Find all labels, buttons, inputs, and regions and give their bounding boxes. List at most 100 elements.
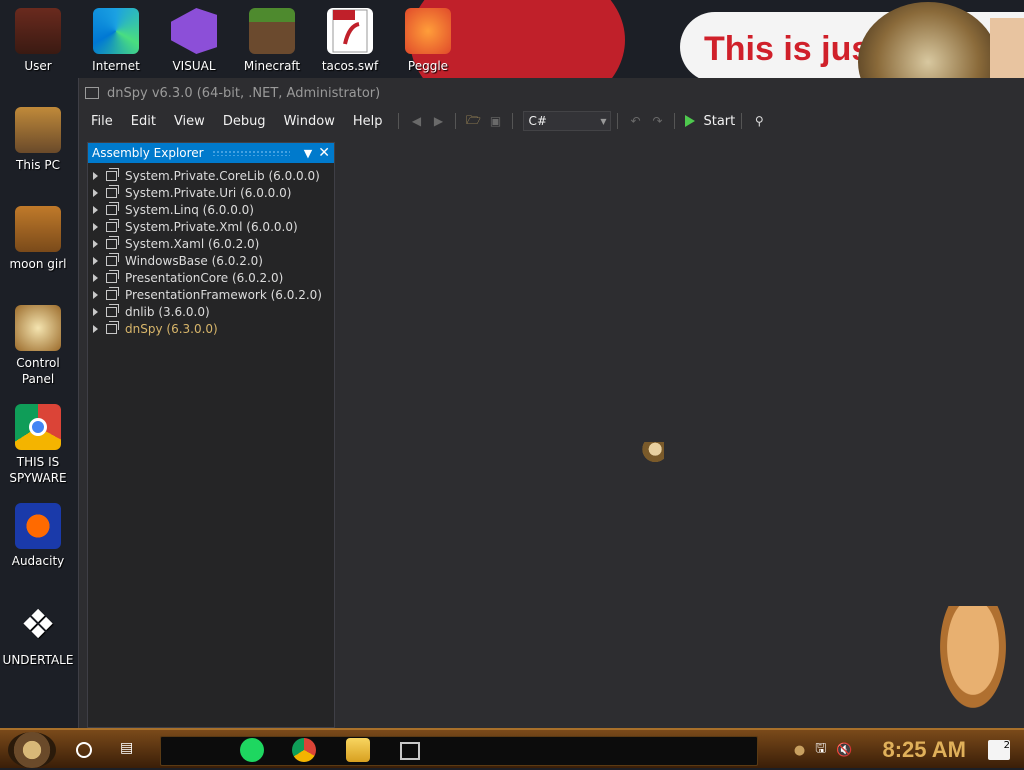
expand-arrow-icon[interactable] <box>93 273 98 282</box>
document-area[interactable] <box>335 142 1024 728</box>
desktop-icon-user[interactable]: User <box>0 8 76 74</box>
desktop-icon-label: THIS IS SPYWARE <box>9 455 67 485</box>
wallpaper-banner-text: This is jus <box>704 30 871 68</box>
assembly-icon <box>106 320 119 334</box>
assembly-version: (6.0.0.0) <box>240 185 292 200</box>
menu-view[interactable]: View <box>166 114 213 129</box>
desktop-icon-minecraft[interactable]: Minecraft <box>234 8 310 74</box>
redo-icon[interactable]: ↷ <box>648 112 666 130</box>
panel-dropdown-icon[interactable]: ▼ <box>304 147 312 160</box>
close-icon[interactable]: ✕ <box>318 145 330 161</box>
assembly-icon <box>106 167 119 181</box>
expand-arrow-icon[interactable] <box>93 290 98 299</box>
tree-item[interactable]: System.Linq (6.0.0.0) <box>88 201 334 218</box>
assembly-name: dnSpy <box>125 321 163 336</box>
dnspy-window[interactable]: dnSpy v6.3.0 (64-bit, .NET, Administrato… <box>78 78 1024 728</box>
window-icon <box>85 87 99 99</box>
undo-icon[interactable]: ↶ <box>626 112 644 130</box>
start-button[interactable]: Start <box>685 114 735 129</box>
menu-debug[interactable]: Debug <box>215 114 274 129</box>
desktop-icon-label: Audacity <box>11 554 65 568</box>
user-icon <box>15 8 61 54</box>
menu-window[interactable]: Window <box>276 114 343 129</box>
panel-drag-handle[interactable] <box>211 150 290 156</box>
tree-item[interactable]: dnlib (3.6.0.0) <box>88 303 334 320</box>
expand-arrow-icon[interactable] <box>93 188 98 197</box>
tree-item[interactable]: System.Private.Xml (6.0.0.0) <box>88 218 334 235</box>
tree-item[interactable]: System.Private.Uri (6.0.0.0) <box>88 184 334 201</box>
assembly-name: System.Private.Xml <box>125 219 243 234</box>
cortana-icon[interactable] <box>76 742 92 758</box>
assembly-icon <box>106 235 119 249</box>
spotify-icon[interactable] <box>240 738 264 762</box>
peggle-icon <box>405 8 451 54</box>
tree-item[interactable]: System.Private.CoreLib (6.0.0.0) <box>88 167 334 184</box>
desktop-icon-visual[interactable]: VISUAL <box>156 8 232 74</box>
assembly-version: (6.0.2.0) <box>211 253 263 268</box>
expand-arrow-icon[interactable] <box>93 324 98 333</box>
this-pc-icon <box>15 107 61 153</box>
tree-item[interactable]: WindowsBase (6.0.2.0) <box>88 252 334 269</box>
menu-file[interactable]: File <box>83 114 121 129</box>
chevron-down-icon: ▼ <box>600 116 607 126</box>
desktop-icon-label: This PC <box>16 158 60 172</box>
menu-help[interactable]: Help <box>345 114 391 129</box>
start-menu-icon[interactable] <box>8 732 56 768</box>
notification-center-icon[interactable]: 2 <box>988 740 1010 760</box>
toolbar-separator <box>455 113 457 129</box>
system-tray: ● 🖫 🔇 8:25 AM 2 <box>784 730 1024 770</box>
desktop-icon-this-pc[interactable]: This PC <box>0 107 76 173</box>
expand-arrow-icon[interactable] <box>93 222 98 231</box>
assembly-icon <box>106 184 119 198</box>
language-select[interactable]: C# ▼ <box>523 111 612 131</box>
navigate-forward-icon[interactable]: ▶ <box>429 112 447 130</box>
chrome-taskbar-icon[interactable] <box>292 738 316 762</box>
window-title: dnSpy v6.3.0 (64-bit, .NET, Administrato… <box>107 85 381 101</box>
tree-item[interactable]: dnSpy (6.3.0.0) <box>88 320 334 337</box>
task-view-icon[interactable]: ▤ <box>120 740 138 756</box>
assembly-icon <box>106 286 119 300</box>
save-icon[interactable]: ▣ <box>486 112 504 130</box>
desktop-icon-internet[interactable]: Internet <box>78 8 154 74</box>
tree-item[interactable]: PresentationCore (6.0.2.0) <box>88 269 334 286</box>
assembly-icon <box>106 218 119 232</box>
assembly-name: PresentationCore <box>125 270 229 285</box>
desktop-icon-label: Minecraft <box>243 59 301 73</box>
expand-arrow-icon[interactable] <box>93 307 98 316</box>
navigate-back-icon[interactable]: ◀ <box>407 112 425 130</box>
desktop-icon-this-is-spyware[interactable]: THIS IS SPYWARE <box>0 404 76 486</box>
toolbar-separator <box>674 113 676 129</box>
tray-app-icon[interactable]: ● <box>794 743 805 758</box>
desktop-icon-control-panel[interactable]: Control Panel <box>0 305 76 387</box>
assembly-explorer-header: Assembly Explorer ▼ ✕ <box>88 143 334 163</box>
desktop-icon-tacos-swf[interactable]: tacos.swf <box>312 8 388 74</box>
desktop-icon-moon-girl[interactable]: moon girl <box>0 206 76 272</box>
tree-item[interactable]: System.Xaml (6.0.2.0) <box>88 235 334 252</box>
menu-edit[interactable]: Edit <box>123 114 164 129</box>
expand-arrow-icon[interactable] <box>93 256 98 265</box>
start-label: Start <box>703 113 736 129</box>
language-value: C# <box>528 114 547 128</box>
assembly-name: System.Private.CoreLib <box>125 168 265 183</box>
title-bar[interactable]: dnSpy v6.3.0 (64-bit, .NET, Administrato… <box>79 78 1024 108</box>
expand-arrow-icon[interactable] <box>93 205 98 214</box>
desktop-icon-peggle[interactable]: Peggle <box>390 8 466 74</box>
desktop-icon-label: User <box>24 59 52 73</box>
tree-item[interactable]: PresentationFramework (6.0.2.0) <box>88 286 334 303</box>
network-icon[interactable]: 🖫 <box>815 739 826 761</box>
desktop-icon-label: tacos.swf <box>321 59 379 73</box>
desktop-icon-undertale[interactable]: ❖ UNDERTALE <box>0 602 76 668</box>
assembly-version: (3.6.0.0) <box>158 304 210 319</box>
expand-arrow-icon[interactable] <box>93 171 98 180</box>
volume-muted-icon[interactable]: 🔇 <box>836 743 852 758</box>
assembly-tree: System.Private.CoreLib (6.0.0.0) System.… <box>88 163 334 337</box>
assembly-version: (6.0.2.0) <box>231 270 284 285</box>
assembly-version: (6.0.0.0) <box>246 219 298 234</box>
file-explorer-icon[interactable] <box>346 738 370 762</box>
dnspy-taskbar-icon[interactable] <box>400 742 420 760</box>
open-folder-icon[interactable]: 🗁 <box>464 112 482 130</box>
clock[interactable]: 8:25 AM <box>882 737 966 763</box>
desktop-icon-audacity[interactable]: Audacity <box>0 503 76 569</box>
expand-arrow-icon[interactable] <box>93 239 98 248</box>
search-icon[interactable]: ⚲ <box>750 112 768 130</box>
